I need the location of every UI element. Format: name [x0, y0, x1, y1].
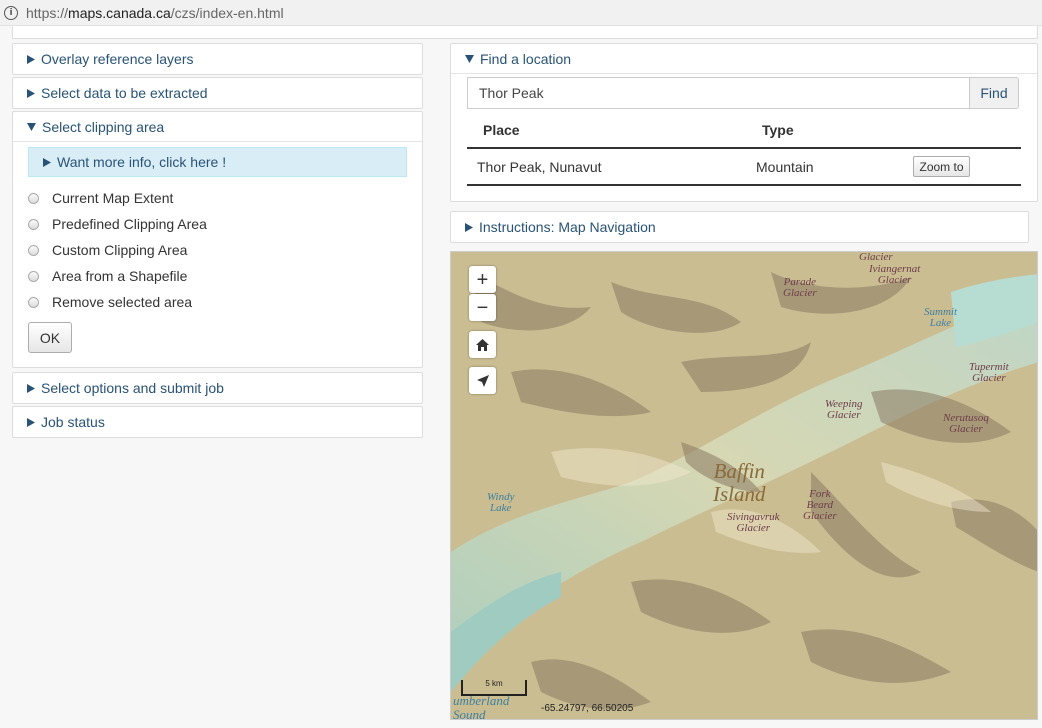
panel-clipping-area: Select clipping area Want more info, cli… [12, 111, 423, 368]
map-label-weeping-glacier: Weeping Glacier [825, 398, 863, 421]
scale-label: 5 km [485, 679, 503, 688]
expand-right-icon [27, 383, 35, 393]
home-button[interactable] [469, 331, 496, 358]
address-bar[interactable]: i https://maps.canada.ca/czs/index-en.ht… [0, 0, 1042, 26]
option-label: Predefined Clipping Area [52, 216, 207, 232]
panel-submit-header[interactable]: Select options and submit job [13, 373, 422, 403]
panel-instructions-title: Instructions: Map Navigation [479, 219, 656, 235]
panel-job-status-title: Job status [41, 414, 105, 430]
radio-button[interactable] [28, 244, 39, 256]
more-info-toggle[interactable]: Want more info, click here ! [28, 147, 407, 177]
find-button[interactable]: Find [969, 77, 1019, 109]
expand-right-icon [43, 157, 51, 167]
expand-right-icon [27, 417, 35, 427]
result-place: Thor Peak, Nunavut [467, 148, 746, 186]
panel-instructions-header[interactable]: Instructions: Map Navigation [451, 212, 1028, 242]
expand-down-icon [27, 122, 36, 131]
coordinate-readout: -65.24797, 66.50205 [541, 703, 634, 714]
locate-button[interactable] [469, 367, 496, 394]
ok-button[interactable]: OK [28, 322, 72, 353]
option-label: Remove selected area [52, 294, 193, 310]
plus-icon: + [476, 268, 489, 291]
info-icon[interactable]: i [4, 5, 18, 20]
top-panel-strip [12, 26, 1038, 39]
map-label-glacier: Glacier [859, 251, 893, 263]
map-label-tupermit-glacier: Tupermit Glacier [969, 361, 1009, 384]
map-label-summit-lake: Summit Lake [924, 306, 957, 329]
zoom-to-button[interactable]: Zoom to [913, 156, 970, 177]
radio-button[interactable] [28, 192, 39, 204]
more-info-label: Want more info, click here ! [57, 154, 227, 170]
panel-select-data-header[interactable]: Select data to be extracted [13, 78, 422, 108]
panel-clipping-header[interactable]: Select clipping area [13, 112, 422, 142]
panel-overlay-layers: Overlay reference layers [12, 43, 423, 75]
map-label-iviangernat-glacier: Iviangernat Glacier [869, 263, 921, 286]
option-area-from-shapefile[interactable]: Area from a Shapefile [13, 263, 422, 289]
column-header-type: Type [746, 113, 901, 149]
panel-find-location: Find a location Thor Peak Find Place Typ… [450, 43, 1038, 202]
panel-select-data-title: Select data to be extracted [41, 85, 208, 101]
map-label-parade-glacier: Parade Glacier [783, 276, 817, 299]
radio-button[interactable] [28, 296, 39, 308]
expand-right-icon [27, 88, 35, 98]
panel-job-status: Job status [12, 406, 423, 438]
option-label: Current Map Extent [52, 190, 174, 206]
map-label-nerutusoq-glacier: Nerutusoq Glacier [943, 412, 989, 435]
panel-find-title: Find a location [480, 50, 572, 67]
minus-icon: − [476, 296, 489, 319]
radio-button[interactable] [28, 218, 39, 230]
option-remove-selected-area[interactable]: Remove selected area [13, 289, 422, 315]
home-icon [476, 338, 489, 351]
map-view[interactable]: + − Glacier Parade Glacier Iviangernat G… [450, 251, 1038, 720]
panel-overlay-header[interactable]: Overlay reference layers [13, 44, 422, 74]
location-search-input[interactable]: Thor Peak [467, 77, 970, 109]
option-custom-clipping-area[interactable]: Custom Clipping Area [13, 237, 422, 263]
panel-instructions: Instructions: Map Navigation [450, 211, 1029, 243]
panel-job-status-header[interactable]: Job status [13, 407, 422, 437]
panel-overlay-title: Overlay reference layers [41, 51, 194, 67]
map-label-fork-beard-glacier: Fork Beard Glacier [803, 488, 837, 522]
option-label: Custom Clipping Area [52, 242, 188, 258]
option-predefined-clipping-area[interactable]: Predefined Clipping Area [13, 211, 422, 237]
radio-button[interactable] [28, 270, 39, 282]
zoom-out-button[interactable]: − [469, 294, 496, 321]
expand-down-icon [465, 54, 474, 63]
map-label-sivingavruk-glacier: Sivingavruk Glacier [727, 511, 780, 534]
table-row: Thor Peak, Nunavut Mountain Zoom to [467, 148, 1021, 186]
result-type: Mountain [746, 148, 901, 186]
scale-bar: 5 km [461, 679, 527, 696]
option-label: Area from a Shapefile [52, 268, 188, 284]
expand-right-icon [27, 54, 35, 64]
panel-find-header[interactable]: Find a location [451, 44, 1037, 74]
map-label-windy-lake: Windy Lake [487, 491, 515, 514]
map-label-sound: umberland Sound [453, 693, 510, 720]
url-host: maps.canada.ca [68, 4, 171, 21]
url-path: /czs/index-en.html [170, 4, 284, 21]
panel-select-data: Select data to be extracted [12, 77, 423, 109]
panel-submit-job: Select options and submit job [12, 372, 423, 404]
clipping-options: Current Map Extent Predefined Clipping A… [13, 185, 422, 315]
url-text[interactable]: https://maps.canada.ca/czs/index-en.html [26, 5, 284, 21]
expand-right-icon [465, 222, 473, 232]
column-header-place: Place [467, 113, 746, 149]
results-table: Place Type Thor Peak, Nunavut Mountain Z… [467, 113, 1021, 186]
panel-clipping-title: Select clipping area [42, 118, 165, 135]
url-scheme: https:// [26, 4, 69, 21]
option-current-map-extent[interactable]: Current Map Extent [13, 185, 422, 211]
location-arrow-icon [476, 374, 489, 387]
table-header-row: Place Type [467, 113, 1021, 149]
panel-submit-title: Select options and submit job [41, 380, 224, 396]
map-label-baffin-island: Baffin Island [713, 459, 766, 506]
zoom-in-button[interactable]: + [469, 266, 496, 293]
column-header-action [901, 113, 1021, 149]
